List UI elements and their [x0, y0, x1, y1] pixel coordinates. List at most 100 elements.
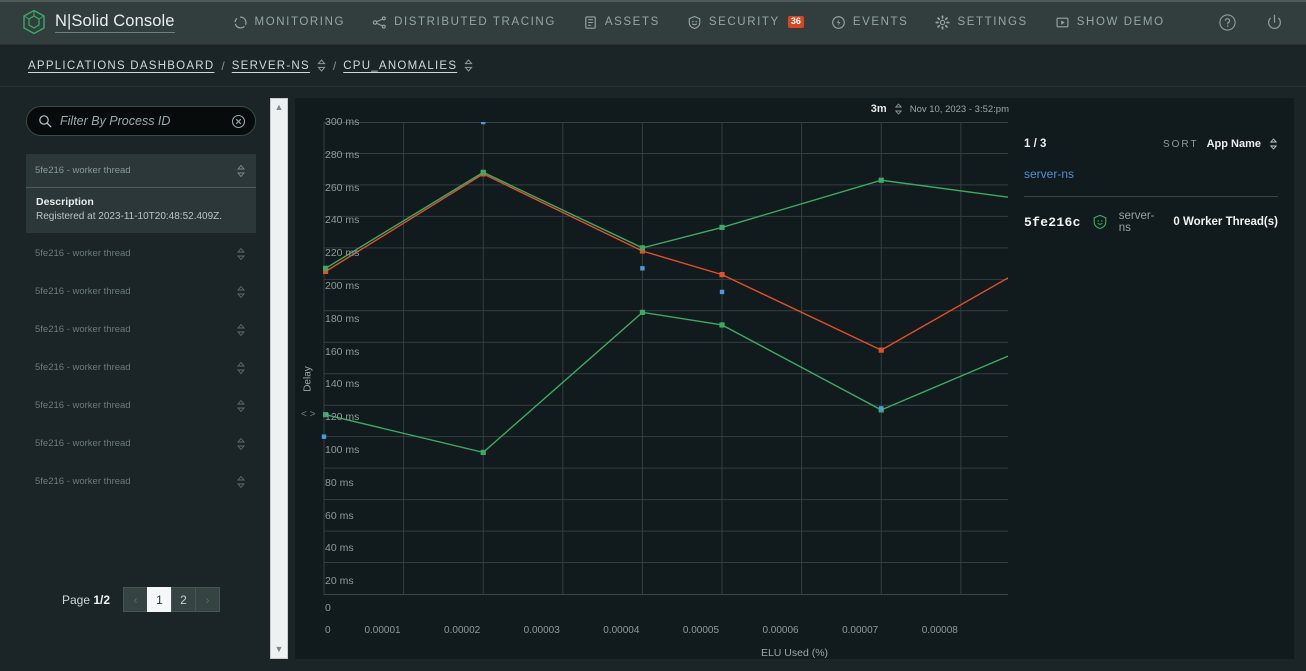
main-content: 5fe216 - worker thread Description Regis…: [0, 88, 1306, 671]
pagination-prefix: Page: [61, 592, 94, 607]
x-axis-tick: 0.00006: [762, 624, 799, 636]
chevron-updown-icon[interactable]: [236, 285, 246, 299]
breadcrumb: APPLICATIONS DASHBOARD / SERVER-NS / CPU…: [0, 45, 1306, 87]
plot-area[interactable]: 0 20 ms 40 ms 60 ms 80 ms 100 ms 120 ms 140 ms 1…: [321, 116, 1011, 638]
pagination-page-2[interactable]: 2: [171, 587, 197, 612]
chevron-updown-icon[interactable]: [236, 164, 246, 178]
chevron-updown-icon[interactable]: [236, 361, 246, 375]
nav-label: ASSETS: [604, 16, 660, 28]
chart-svg: [321, 122, 1011, 595]
process-label: 5fe216 - worker thread: [35, 286, 131, 297]
nav-item-events[interactable]: EVENTS: [831, 15, 909, 30]
scroll-up-arrow-icon[interactable]: ▲: [275, 103, 284, 112]
x-axis-title: ELU Used (%): [760, 647, 829, 659]
x-axis-tick: 0.00008: [921, 624, 958, 636]
sort-label: SORT: [1162, 138, 1199, 150]
security-count-badge: 36: [787, 16, 804, 28]
breadcrumb-item-cpu-anomalies[interactable]: CPU_ANOMALIES: [343, 60, 457, 72]
process-label: 5fe216 - worker thread: [35, 324, 131, 335]
pagination-prev-button[interactable]: ‹: [123, 587, 149, 612]
chevron-updown-icon[interactable]: [236, 399, 246, 413]
pagination-next-button[interactable]: ›: [195, 587, 221, 612]
pagination-value: 1/2: [93, 592, 111, 607]
application-link[interactable]: server-ns: [1024, 167, 1278, 181]
search-input[interactable]: [60, 114, 223, 128]
nsolid-logo-icon: [22, 9, 46, 35]
chart-body: Delay < > 0 20 ms 40 ms 60 ms 80 ms 100 ms 120…: [295, 116, 1294, 638]
axis-collapse-toggle[interactable]: < >: [301, 409, 315, 420]
host-name: server-ns: [1118, 210, 1155, 234]
process-label: 5fe216 - worker thread: [35, 476, 131, 487]
process-list-item[interactable]: 5fe216 - worker thread: [26, 389, 256, 423]
pagination-buttons: ‹ 1 2 ›: [123, 587, 221, 612]
play-icon: [1055, 15, 1070, 30]
x-axis-tick: 0.00005: [682, 624, 720, 636]
description-text: Registered at 2023-11-10T20:48:52.409Z.: [36, 211, 223, 222]
pagination-page-1[interactable]: 1: [147, 587, 173, 612]
chevron-updown-icon[interactable]: [236, 475, 246, 489]
process-list-item[interactable]: 5fe216 - worker thread: [26, 465, 256, 499]
clear-circle-icon[interactable]: [231, 114, 246, 129]
scroll-down-arrow-icon[interactable]: ▼: [275, 645, 284, 654]
breadcrumb-separator: /: [332, 58, 337, 73]
chevron-updown-icon[interactable]: [894, 103, 903, 115]
x-axis-tick: 0.00003: [523, 624, 560, 636]
sort-control[interactable]: SORT App Name: [1163, 138, 1278, 150]
search-icon: [38, 114, 52, 128]
process-filter: [26, 106, 256, 136]
chevron-updown-icon[interactable]: [236, 437, 246, 451]
nav-label: SETTINGS: [957, 16, 1028, 28]
help-icon[interactable]: [1218, 13, 1237, 32]
process-list-item[interactable]: 5fe216 - worker thread: [26, 313, 256, 347]
nav-item-distributed-tracing[interactable]: DISTRIBUTED TRACING: [372, 15, 556, 30]
power-icon[interactable]: [1265, 13, 1284, 32]
chevron-updown-icon[interactable]: [464, 59, 473, 72]
process-list: 5fe216 - worker thread Description Regis…: [12, 154, 270, 499]
description-title: Description: [36, 196, 94, 208]
settings-icon: [935, 14, 951, 30]
chevron-updown-icon[interactable]: [236, 247, 246, 261]
process-summary-row[interactable]: 5fe216c server-ns 0 Worker Thread(s): [1024, 197, 1278, 234]
pagination-label: Page 1/2: [62, 593, 110, 607]
time-range-value[interactable]: 3m: [871, 103, 887, 115]
chart-toolbar: 3m Nov 10, 2023 - 3:52:pm: [295, 98, 1294, 120]
process-list-item[interactable]: 5fe216 - worker thread: [26, 237, 256, 271]
x-axis-tick: 0.00007: [842, 624, 879, 636]
process-label: 5fe216 - worker thread: [35, 248, 131, 259]
x-axis-tick: 0.00004: [603, 624, 640, 636]
nav-item-assets[interactable]: ASSETS: [583, 15, 660, 30]
breadcrumb-separator: /: [221, 58, 225, 73]
top-navigation-bar: N|Solid Console MONITORING DISTRIBUTED T…: [0, 0, 1306, 45]
vertical-scrollbar[interactable]: ▲ ▼: [270, 98, 288, 659]
brand[interactable]: N|Solid Console: [22, 9, 175, 35]
chevron-updown-icon[interactable]: [317, 59, 326, 72]
process-list-item[interactable]: 5fe216 - worker thread: [26, 275, 256, 309]
nav-item-security[interactable]: SECURITY 36: [687, 15, 804, 30]
brand-title: N|Solid Console: [55, 12, 175, 33]
process-id: 5fe216c: [1024, 214, 1081, 230]
breadcrumb-item-server-ns[interactable]: SERVER-NS: [232, 60, 310, 72]
distributed-tracing-icon: [372, 15, 387, 30]
chart-timestamp: Nov 10, 2023 - 3:52:pm: [909, 103, 1009, 115]
breadcrumb-item-applications-dashboard[interactable]: APPLICATIONS DASHBOARD: [28, 60, 214, 72]
nav-item-settings[interactable]: SETTINGS: [935, 14, 1028, 30]
worker-thread-count: 0 Worker Thread(s): [1173, 216, 1278, 228]
events-icon: [831, 15, 846, 30]
nav-item-show-demo[interactable]: SHOW DEMO: [1055, 15, 1165, 30]
nav-right-actions: [1218, 13, 1284, 32]
chart-panel: 3m Nov 10, 2023 - 3:52:pm Delay < > 0 20 …: [295, 98, 1294, 659]
chevron-updown-icon[interactable]: [1269, 138, 1278, 150]
y-axis-title: Delay: [302, 366, 314, 392]
panel-header: 1 / 3 SORT App Name: [1024, 138, 1278, 150]
result-count: 1 / 3: [1024, 138, 1047, 150]
process-list-item[interactable]: 5fe216 - worker thread: [26, 154, 256, 188]
chevron-updown-icon[interactable]: [236, 323, 246, 337]
process-list-item[interactable]: 5fe216 - worker thread: [26, 427, 256, 461]
nav-item-monitoring[interactable]: MONITORING: [233, 15, 346, 30]
process-list-item[interactable]: 5fe216 - worker thread: [26, 351, 256, 385]
monitoring-icon: [233, 15, 248, 30]
x-axis-tick: 0.00001: [364, 624, 401, 636]
security-shield-icon: [1092, 214, 1108, 230]
process-label: 5fe216 - worker thread: [35, 438, 131, 449]
security-icon: [687, 15, 702, 30]
